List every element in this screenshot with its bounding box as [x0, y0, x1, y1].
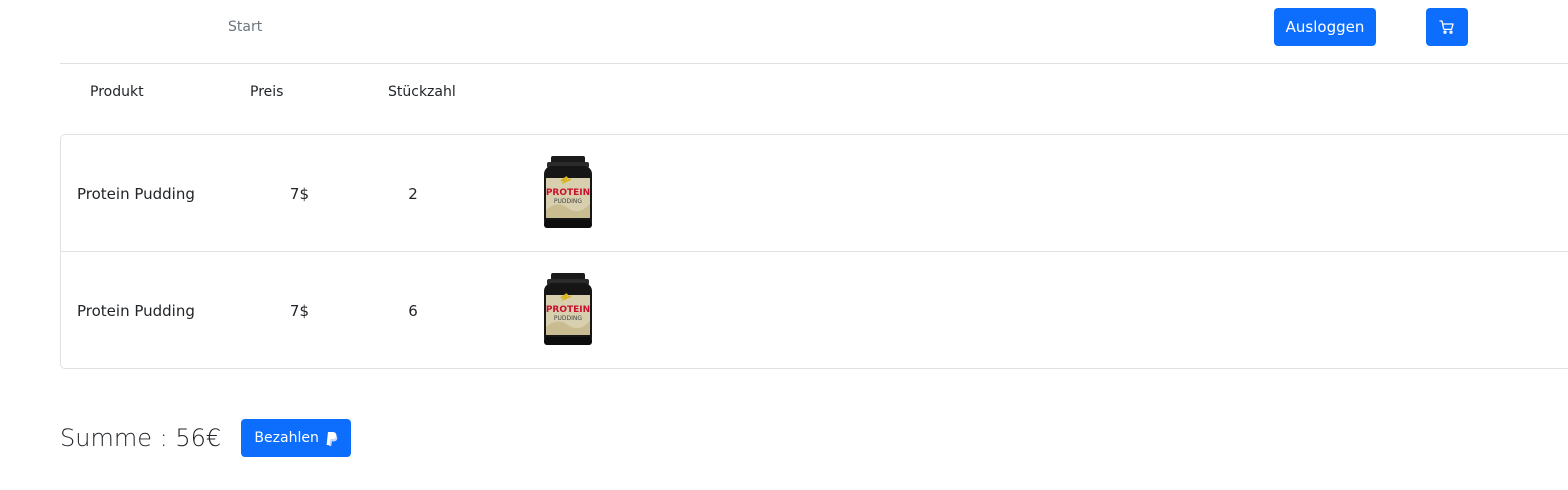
product-name: Protein Pudding — [77, 185, 195, 203]
column-header-price: Preis — [250, 84, 284, 100]
svg-text:PUDDING: PUDDING — [554, 198, 583, 205]
product-name: Protein Pudding — [77, 302, 195, 320]
table-header: Produkt Preis Stückzahl — [60, 64, 1568, 134]
product-quantity: 6 — [408, 302, 418, 320]
table-row: Protein Pudding 7$ 2 PROTEIN PUDDING — [61, 135, 1568, 252]
product-quantity: 2 — [408, 185, 418, 203]
column-header-product: Produkt — [90, 84, 144, 100]
table-row: Protein Pudding 7$ 6 PROTEIN PUDDING — [61, 252, 1568, 368]
protein-pudding-image: PROTEIN PUDDING — [544, 273, 592, 345]
order-total: Summe : 56€ — [60, 424, 222, 452]
nav-link-start[interactable]: Start — [228, 19, 262, 35]
product-price: 7$ — [289, 302, 309, 320]
protein-pudding-image: PROTEIN PUDDING — [544, 156, 592, 228]
svg-text:PUDDING: PUDDING — [554, 315, 583, 322]
order-summary: Summe : 56€ Bezahlen — [60, 419, 352, 457]
logout-button[interactable]: Ausloggen — [1274, 8, 1376, 46]
svg-text:PROTEIN: PROTEIN — [546, 188, 590, 198]
top-navbar: Start Ausloggen — [60, 0, 1568, 64]
pay-button[interactable]: Bezahlen — [241, 419, 352, 457]
paypal-icon — [326, 431, 338, 446]
svg-text:PROTEIN: PROTEIN — [546, 305, 590, 315]
product-price: 7$ — [289, 185, 309, 203]
column-header-quantity: Stückzahl — [388, 84, 456, 100]
pay-button-label: Bezahlen — [254, 430, 319, 446]
cart-icon — [1439, 20, 1454, 34]
cart-table: Protein Pudding 7$ 2 PROTEIN PUDDING Pro… — [60, 134, 1568, 369]
cart-button[interactable] — [1426, 8, 1468, 46]
